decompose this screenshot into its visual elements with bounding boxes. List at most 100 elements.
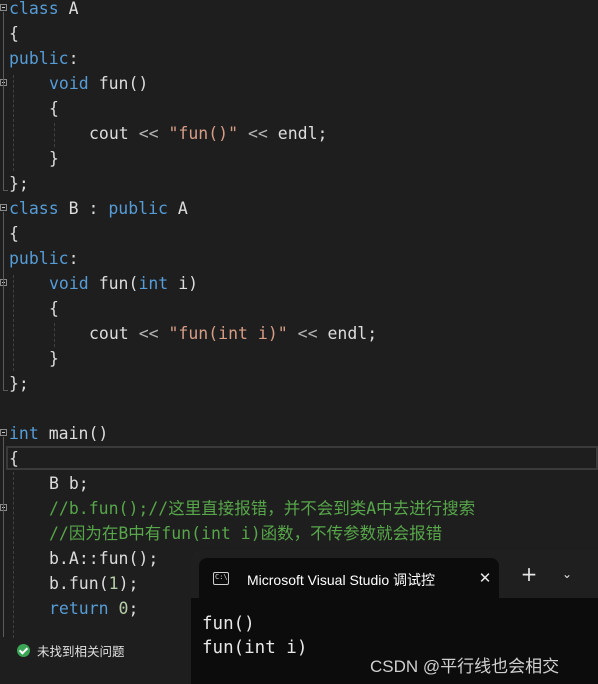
brace-token: {: [9, 24, 19, 43]
identifier-token: A: [68, 0, 79, 18]
indent-guide: [13, 472, 14, 638]
code-line[interactable]: public:: [9, 46, 79, 71]
brace-token: {: [9, 224, 19, 243]
keyword-token: void: [49, 274, 89, 293]
close-icon[interactable]: ✕: [475, 568, 495, 588]
comment-token: //b.fun();//这里直接报错，并不会到类A中去进行搜索: [49, 499, 476, 518]
code-line[interactable]: return 0;: [49, 596, 138, 621]
punct-token: :: [68, 49, 79, 68]
current-line-highlight: [6, 446, 598, 470]
code-line[interactable]: {: [49, 296, 59, 321]
code-line[interactable]: B b;: [49, 471, 89, 496]
code-line[interactable]: };: [9, 171, 29, 196]
code-line[interactable]: b.fun(1);: [49, 571, 138, 596]
keyword-token: public: [9, 49, 69, 68]
keyword-token: public: [108, 199, 168, 218]
terminal-icon: C:\: [213, 572, 229, 585]
identifier-token: b.: [49, 549, 69, 568]
identifier-token: b;: [68, 474, 89, 493]
number-token: 1: [108, 574, 119, 593]
code-line[interactable]: //因为在B中有fun(int i)函数，不传参数就会报错: [49, 521, 442, 546]
identifier-token: B: [49, 474, 59, 493]
keyword-token: return: [49, 599, 109, 618]
fold-range-line: [3, 437, 4, 637]
code-line[interactable]: {: [9, 221, 19, 246]
plus-icon[interactable]: +: [519, 564, 539, 584]
brace-token: };: [9, 174, 29, 193]
indent-guide: [54, 123, 55, 147]
identifier-token: A: [177, 199, 188, 218]
code-line[interactable]: {: [9, 21, 19, 46]
punct-token: ;: [128, 599, 139, 618]
editor-gutter: [0, 0, 8, 684]
code-line[interactable]: class A: [9, 0, 79, 21]
punct-token: ();: [128, 549, 159, 568]
punct-token: :: [88, 199, 99, 218]
brace-token: {: [49, 99, 59, 118]
issues-status-text[interactable]: 未找到相关问题: [37, 641, 125, 660]
console-tab[interactable]: C:\ Microsoft Visual Studio 调试控 ✕: [199, 558, 499, 598]
code-line[interactable]: {: [49, 96, 59, 121]
keyword-token: public: [9, 249, 69, 268]
code-line[interactable]: cout << "fun(int i)" << endl;: [89, 321, 377, 346]
console-output-line: fun(): [202, 614, 255, 634]
console-output-line: fun(int i): [202, 638, 308, 658]
fold-range-line: [3, 12, 4, 190]
console-tab-title: Microsoft Visual Studio 调试控: [247, 572, 436, 588]
fold-toggle-class-b[interactable]: [0, 204, 7, 211]
brace-token: }: [49, 149, 59, 168]
identifier-token: fun: [98, 74, 129, 93]
code-line[interactable]: int main(): [9, 421, 108, 446]
code-line[interactable]: cout << "fun()" << endl;: [89, 121, 327, 146]
fold-toggle-main[interactable]: [0, 429, 7, 436]
identifier-token: B: [68, 199, 79, 218]
operator-token: <<: [138, 324, 159, 343]
identifier-token: endl: [277, 124, 318, 143]
keyword-token: void: [49, 74, 89, 93]
keyword-token: int: [138, 274, 169, 293]
punct-token: ;: [367, 324, 378, 343]
console-titlebar[interactable]: C:\ Microsoft Visual Studio 调试控 ✕ + ⌄: [191, 550, 598, 598]
identifier-token: b.: [49, 574, 69, 593]
punct-token: :: [68, 249, 79, 268]
check-circle-icon: [17, 643, 30, 657]
brace-token: {: [9, 449, 19, 468]
punct-token: );: [118, 574, 139, 593]
code-line[interactable]: //b.fun();//这里直接报错，并不会到类A中去进行搜索: [49, 496, 475, 521]
fold-range-end: [3, 390, 8, 391]
indent-guide: [13, 275, 14, 371]
code-line[interactable]: void fun(): [49, 71, 148, 96]
watermark: CSDN @平行线也会相交: [370, 657, 560, 676]
punct-token: (: [128, 274, 139, 293]
code-line[interactable]: }: [49, 146, 59, 171]
identifier-token: cout: [89, 124, 129, 143]
indent-guide: [13, 75, 14, 171]
identifier-token: cout: [89, 324, 129, 343]
number-token: 0: [118, 599, 129, 618]
code-line[interactable]: void fun(int i): [49, 271, 198, 296]
identifier-token: fun: [98, 274, 129, 293]
brace-token: {: [49, 299, 59, 318]
operator-token: <<: [138, 124, 159, 143]
keyword-token: int: [9, 424, 39, 443]
string-token: "fun(int i)": [168, 324, 288, 343]
chevron-down-icon[interactable]: ⌄: [557, 564, 577, 584]
identifier-token: fun: [68, 574, 99, 593]
fold-range-line: [3, 212, 4, 390]
punct-token: ): [188, 274, 199, 293]
string-token: "fun()": [168, 124, 239, 143]
code-line[interactable]: class B : public A: [9, 196, 188, 221]
punct-token: (: [98, 574, 109, 593]
code-line[interactable]: };: [9, 371, 29, 396]
code-line[interactable]: {: [9, 446, 19, 471]
identifier-token: i: [178, 274, 189, 293]
fold-toggle-class-a[interactable]: [0, 4, 7, 11]
punct-token: ::: [78, 549, 99, 568]
punct-token: (): [88, 424, 109, 443]
code-line[interactable]: public:: [9, 246, 79, 271]
code-line[interactable]: b.A::fun();: [49, 546, 158, 571]
operator-token: <<: [297, 324, 318, 343]
comment-token: //因为在B中有fun(int i)函数，不传参数就会报错: [49, 524, 443, 543]
indent-guide: [54, 323, 55, 347]
code-line[interactable]: }: [49, 346, 59, 371]
